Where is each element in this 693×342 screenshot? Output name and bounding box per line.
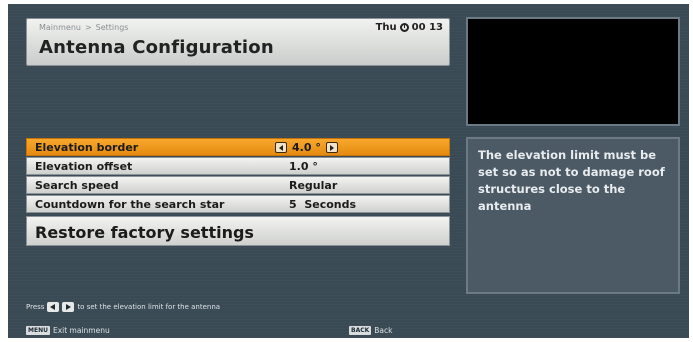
restore-factory-settings-button[interactable]: Restore factory settings: [26, 216, 450, 246]
page-title: Antenna Configuration: [39, 37, 274, 58]
header-panel: Mainmenu > Settings Antenna Configuratio…: [26, 18, 450, 66]
setting-value: 4.0 °: [292, 141, 321, 154]
day-label: Thu: [375, 22, 397, 33]
settings-list: Elevation border 4.0 ° Elevation offset …: [26, 138, 450, 247]
restore-label: Restore factory settings: [35, 223, 254, 242]
breadcrumb-item: Mainmenu: [39, 23, 81, 32]
right-key-icon: [62, 302, 75, 312]
setting-row-elevation-border[interactable]: Elevation border 4.0 °: [26, 138, 450, 156]
hint-text: to set the elevation limit for the anten…: [77, 303, 221, 311]
footer-exit[interactable]: MENU Exit mainmenu: [26, 326, 110, 335]
setting-label: Elevation border: [35, 141, 139, 154]
footer-back-label: Back: [374, 326, 393, 335]
footer-exit-label: Exit mainmenu: [52, 326, 110, 335]
setting-row-elevation-offset[interactable]: Elevation offset 1.0 °: [26, 157, 450, 175]
setting-label: Countdown for the search star: [35, 198, 225, 211]
setting-value: 1.0 °: [289, 160, 318, 173]
breadcrumb-item: Settings: [95, 23, 129, 32]
hint-prefix: Press: [26, 303, 45, 311]
clock: Thu 00 13: [376, 22, 443, 33]
setting-label: Elevation offset: [35, 160, 133, 173]
menu-key-icon: MENU: [26, 326, 50, 335]
setting-row-countdown[interactable]: Countdown for the search star 5 Seconds: [26, 195, 450, 213]
setting-row-search-speed[interactable]: Search speed Regular: [26, 176, 450, 194]
breadcrumb-separator: >: [84, 23, 92, 32]
arrow-left-icon[interactable]: [275, 142, 287, 153]
tv-preview-window: [466, 17, 680, 126]
key-hint: Press to set the elevation limit for the…: [26, 302, 220, 312]
footer-back[interactable]: BACK Back: [349, 326, 393, 335]
left-key-icon: [47, 302, 60, 312]
clock-icon: [399, 23, 409, 32]
setting-label: Search speed: [35, 179, 119, 192]
info-panel: The elevation limit must be set so as no…: [466, 137, 680, 294]
setting-value: 5 Seconds: [289, 198, 357, 211]
time-label: 00 13: [411, 22, 443, 33]
breadcrumb: Mainmenu > Settings: [39, 23, 128, 32]
arrow-right-icon[interactable]: [325, 142, 338, 153]
back-key-icon: BACK: [349, 326, 372, 335]
setting-value: Regular: [289, 179, 338, 192]
tv-screen: Mainmenu > Settings Antenna Configuratio…: [8, 4, 689, 338]
setting-value-control[interactable]: 4.0 °: [275, 141, 338, 154]
